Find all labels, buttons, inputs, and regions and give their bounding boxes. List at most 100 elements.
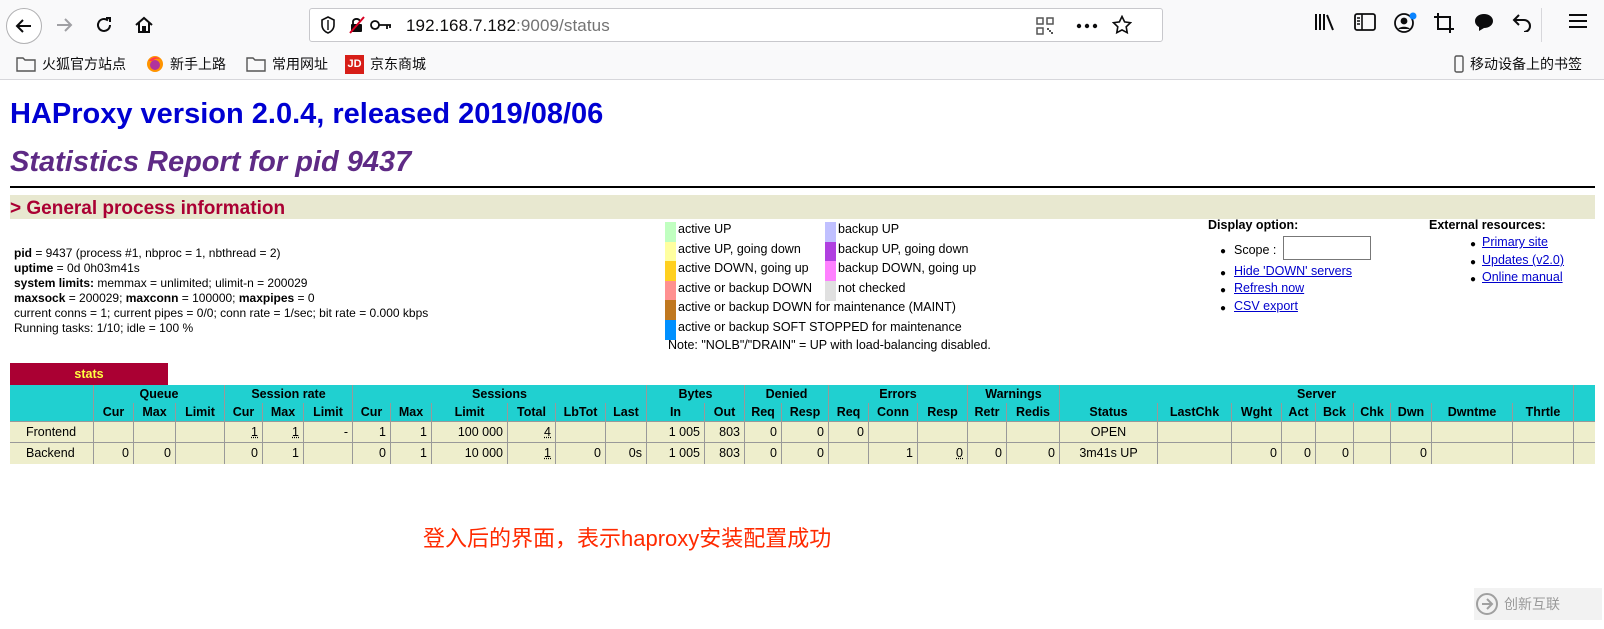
group-header: Queue	[94, 385, 225, 403]
bookmark-firefox-site[interactable]: 火狐官方站点	[16, 54, 126, 74]
table-cell	[134, 422, 176, 443]
sidebar-icon[interactable]	[1354, 12, 1376, 32]
external-resources: External resources: ● Primary site ● Upd…	[1429, 218, 1564, 285]
table-cell	[1513, 443, 1574, 464]
shield-icon[interactable]	[320, 16, 336, 34]
bullet: ●	[1470, 274, 1477, 285]
hide-down-servers-link[interactable]: Hide 'DOWN' servers	[1234, 264, 1352, 278]
undo-icon[interactable]	[1511, 12, 1533, 32]
scope-input[interactable]	[1283, 236, 1371, 260]
reload-button[interactable]	[86, 7, 122, 43]
table-cell: 0	[94, 443, 134, 464]
bullet: ●	[1470, 239, 1477, 250]
legend-label: active UP, going down	[678, 241, 801, 256]
csv-export-link[interactable]: CSV export	[1234, 299, 1298, 313]
group-header: Server	[1060, 385, 1574, 403]
table-cell: 1	[353, 422, 391, 443]
qr-code-icon[interactable]	[1036, 17, 1054, 35]
table-cell: 1	[263, 443, 304, 464]
table-cell: 0	[1007, 443, 1060, 464]
bookmark-star-icon[interactable]	[1112, 15, 1132, 35]
table-cell	[829, 443, 869, 464]
column-header: LbTot	[556, 403, 606, 421]
table-cell: 0	[1391, 443, 1432, 464]
table-cell	[1513, 422, 1574, 443]
column-header: Max	[391, 403, 432, 421]
bookmark-common-sites[interactable]: 常用网址	[246, 54, 328, 74]
column-header: Resp	[918, 403, 968, 421]
legend-label: active or backup SOFT STOPPED for mainte…	[678, 320, 962, 334]
display-options-title: Display option:	[1208, 218, 1299, 232]
home-icon	[135, 16, 153, 33]
row-label: Backend	[10, 443, 94, 464]
group-header	[10, 385, 94, 403]
more-actions-icon[interactable]	[1076, 23, 1098, 29]
legend-swatch	[665, 300, 676, 321]
legend-label: active UP	[678, 222, 732, 236]
table-cell: 1	[508, 443, 556, 464]
legend-swatch	[665, 261, 676, 282]
table-cell: 0	[1232, 443, 1282, 464]
updates-link[interactable]: Updates (v2.0)	[1482, 253, 1564, 267]
url-bar[interactable]: 192.168.7.182:9009/status	[309, 8, 1163, 42]
table-cell: 0	[745, 443, 782, 464]
table-cell	[869, 422, 918, 443]
table-cell	[304, 443, 353, 464]
library-icon[interactable]	[1314, 12, 1336, 32]
column-header: Req	[829, 403, 869, 421]
insecure-lock-icon[interactable]	[348, 16, 366, 34]
legend-swatch	[825, 261, 836, 282]
bookmark-mobile[interactable]: 移动设备上的书签	[1454, 54, 1582, 74]
legend-swatch	[825, 241, 836, 262]
primary-site-link[interactable]: Primary site	[1482, 235, 1548, 249]
table-cell: 0	[1316, 443, 1354, 464]
table-cell: 0	[556, 443, 606, 464]
column-header: Req	[745, 403, 782, 421]
column-header: Redis	[1007, 403, 1060, 421]
title-divider	[10, 186, 1595, 188]
table-cell: 1	[263, 422, 304, 443]
home-button[interactable]	[126, 7, 162, 43]
proxy-name-tab[interactable]: stats	[10, 363, 168, 385]
refresh-now-link[interactable]: Refresh now	[1234, 281, 1304, 295]
current-line: current conns = 1; current pipes = 0/0; …	[14, 306, 429, 320]
table-cell: 0	[782, 443, 829, 464]
table-cell	[1007, 422, 1060, 443]
column-header	[10, 403, 94, 421]
group-header: Denied	[745, 385, 829, 403]
url-text[interactable]: 192.168.7.182:9009/status	[406, 16, 610, 36]
table-cell	[606, 422, 647, 443]
table-cell	[1391, 422, 1432, 443]
account-icon[interactable]	[1393, 12, 1417, 34]
column-header: Retr	[968, 403, 1007, 421]
forward-button[interactable]	[46, 7, 82, 43]
bookmark-jd-mall[interactable]: JD 京东商城	[345, 54, 426, 74]
table-cell	[1232, 422, 1282, 443]
firefox-logo-icon	[147, 56, 163, 72]
legend-swatch	[825, 222, 836, 242]
bullet: ●	[1220, 285, 1227, 296]
folder-icon	[16, 57, 36, 72]
column-header: Dwntme	[1432, 403, 1513, 421]
back-button[interactable]	[6, 8, 42, 44]
table-cell	[1432, 422, 1513, 443]
table-cell	[176, 443, 225, 464]
key-icon[interactable]	[370, 18, 392, 32]
table-cell: 803	[705, 443, 745, 464]
table-cell: 1	[391, 422, 432, 443]
table-cell: 803	[705, 422, 745, 443]
column-header: In	[647, 403, 705, 421]
limits-line: system limits: memmax = unlimited; ulimi…	[14, 276, 308, 290]
legend-swatch	[665, 320, 676, 340]
menu-hamburger-icon[interactable]	[1568, 12, 1588, 30]
table-cell: 0	[968, 443, 1007, 464]
watermark-logo-icon	[1476, 593, 1498, 615]
table-cell	[556, 422, 606, 443]
bookmark-getting-started[interactable]: 新手上路	[146, 54, 226, 74]
screenshot-crop-icon[interactable]	[1433, 12, 1455, 34]
chat-icon[interactable]	[1473, 12, 1495, 32]
group-header: Bytes	[647, 385, 745, 403]
browser-toolbar: 192.168.7.182:9009/status	[0, 0, 1604, 50]
online-manual-link[interactable]: Online manual	[1482, 270, 1563, 284]
column-header: Max	[263, 403, 304, 421]
